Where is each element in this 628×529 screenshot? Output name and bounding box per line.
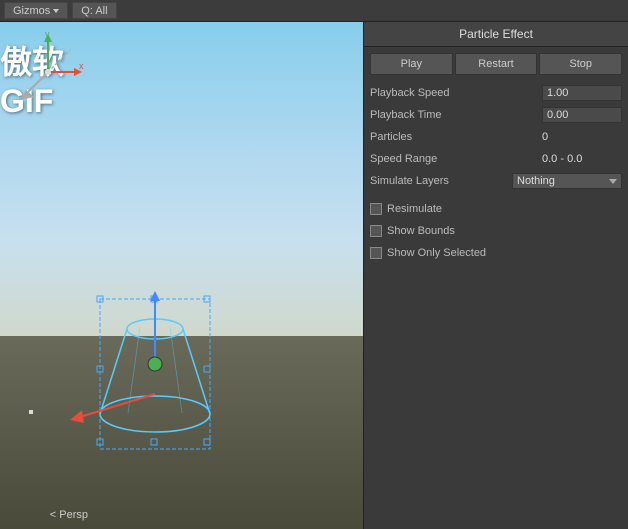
svg-text:x: x [79, 61, 84, 71]
gizmo-widget: x y [8, 32, 88, 112]
show-only-selected-row: Show Only Selected [370, 243, 622, 263]
playback-controls: Play Restart Stop [364, 47, 628, 79]
svg-text:y: y [45, 32, 50, 39]
playback-time-value: 0.00 [542, 107, 622, 123]
simulate-layers-arrow-icon [609, 179, 617, 184]
show-only-selected-label: Show Only Selected [387, 247, 486, 259]
speed-range-value: 0.0 - 0.0 [542, 153, 622, 165]
show-bounds-label: Show Bounds [387, 225, 455, 237]
all-button[interactable]: Q: All [72, 2, 116, 19]
gizmos-button[interactable]: Gizmos [4, 2, 68, 19]
panel-title: Particle Effect [364, 22, 628, 47]
particle-dot [29, 410, 33, 414]
viewport[interactable]: 傲软GIF x y < Persp [0, 22, 363, 529]
gizmos-dropdown-icon [53, 9, 59, 13]
playback-speed-label: Playback Speed [370, 87, 542, 99]
particles-row: Particles 0 [370, 127, 622, 147]
resimulate-checkbox[interactable] [370, 203, 382, 215]
show-bounds-row: Show Bounds [370, 221, 622, 241]
gizmos-label: Gizmos [13, 5, 50, 17]
play-button[interactable]: Play [370, 53, 453, 75]
simulate-layers-row: Simulate Layers Nothing [370, 171, 622, 191]
particle-system-svg [40, 269, 260, 469]
viewport-container: 傲软GIF x y < Persp [0, 22, 628, 529]
speed-range-label: Speed Range [370, 153, 542, 165]
checkboxes: Resimulate Show Bounds Show Only Selecte… [364, 195, 628, 267]
speed-range-row: Speed Range 0.0 - 0.0 [370, 149, 622, 169]
right-panel: Particle Effect Play Restart Stop Playba… [363, 22, 628, 529]
resimulate-row: Resimulate [370, 199, 622, 219]
playback-time-label: Playback Time [370, 109, 542, 121]
toolbar: Gizmos Q: All [0, 0, 628, 22]
persp-label: < Persp [50, 509, 88, 521]
playback-time-row: Playback Time 0.00 [370, 105, 622, 125]
show-bounds-checkbox[interactable] [370, 225, 382, 237]
restart-button[interactable]: Restart [455, 53, 538, 75]
playback-speed-row: Playback Speed 1.00 [370, 83, 622, 103]
particles-label: Particles [370, 131, 542, 143]
all-label: Q: All [81, 5, 107, 17]
simulate-layers-label: Simulate Layers [370, 175, 512, 187]
playback-speed-value: 1.00 [542, 85, 622, 101]
particles-value: 0 [542, 131, 622, 143]
simulate-layers-value: Nothing [517, 175, 555, 187]
simulate-layers-dropdown[interactable]: Nothing [512, 173, 622, 189]
properties: Playback Speed 1.00 Playback Time 0.00 P… [364, 79, 628, 195]
show-only-selected-checkbox[interactable] [370, 247, 382, 259]
stop-button[interactable]: Stop [539, 53, 622, 75]
resimulate-label: Resimulate [387, 203, 442, 215]
